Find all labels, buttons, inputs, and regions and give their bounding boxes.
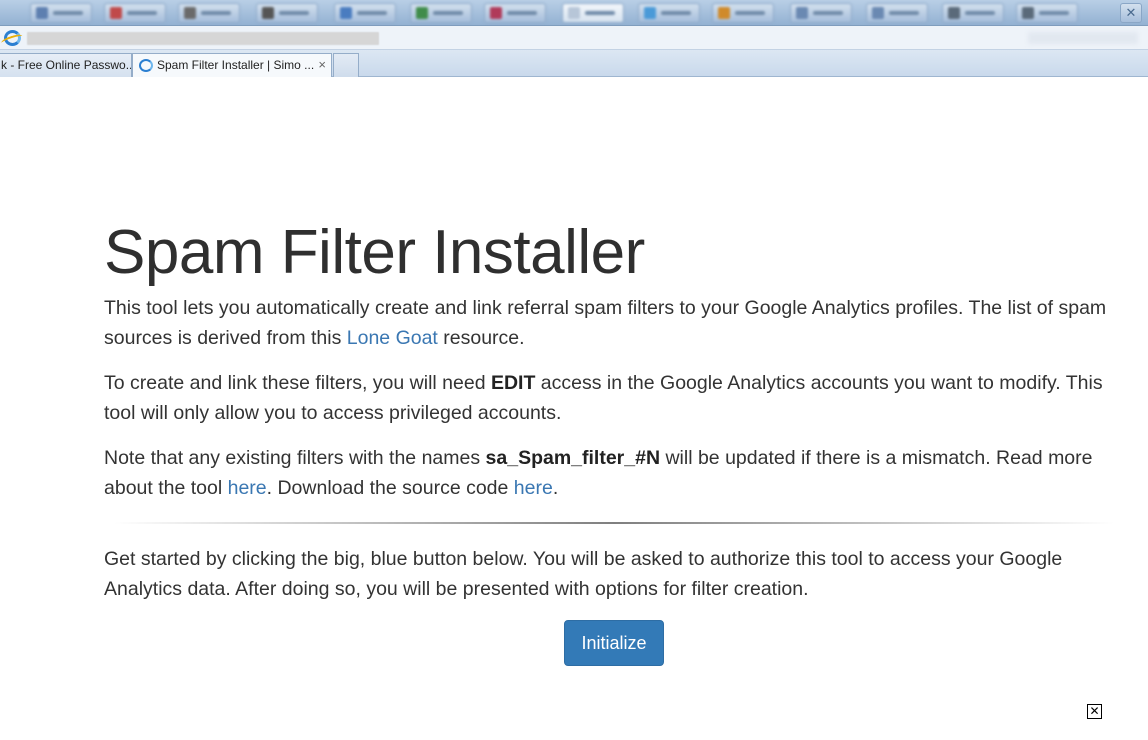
taskbar-item[interactable] bbox=[638, 3, 700, 23]
get-started-paragraph: Get started by clicking the big, blue bu… bbox=[104, 548, 1063, 600]
taskbar-item[interactable] bbox=[30, 3, 92, 23]
tab-spam-filter-installer[interactable]: Spam Filter Installer | Simo ... × bbox=[132, 53, 332, 77]
taskbar-item[interactable] bbox=[256, 3, 318, 23]
about-tool-link[interactable]: here bbox=[228, 477, 267, 499]
divider bbox=[114, 522, 1114, 524]
tab-title: Spam Filter Installer | Simo ... bbox=[157, 58, 315, 72]
taskbar-item[interactable] bbox=[334, 3, 396, 23]
tab-strip: k - Free Online Passwo... Spam Filter In… bbox=[0, 50, 1148, 77]
tab-password-site[interactable]: k - Free Online Passwo... bbox=[0, 53, 132, 77]
taskbar-item[interactable] bbox=[712, 3, 774, 23]
intro-paragraph: This tool lets you automatically create … bbox=[104, 297, 1107, 349]
access-paragraph: To create and link these filters, you wi… bbox=[104, 372, 1103, 424]
tab-title: k - Free Online Passwo... bbox=[1, 58, 132, 72]
taskbar-item[interactable] bbox=[866, 3, 928, 23]
taskbar-item-active[interactable] bbox=[562, 3, 624, 23]
filter-name-emphasis: sa_Spam_filter_#N bbox=[485, 447, 661, 469]
page-title: Spam Filter Installer bbox=[104, 218, 645, 287]
taskbar-item[interactable] bbox=[484, 3, 546, 23]
address-bar bbox=[0, 26, 1148, 50]
taskbar-item[interactable] bbox=[790, 3, 852, 23]
taskbar-item[interactable] bbox=[178, 3, 240, 23]
address-bar-toolbar bbox=[1028, 32, 1138, 44]
close-icon[interactable]: ✕ bbox=[1087, 704, 1102, 719]
tab-close-icon[interactable]: × bbox=[318, 54, 326, 76]
url-field-redacted[interactable] bbox=[27, 32, 379, 45]
ie-logo-icon bbox=[4, 30, 21, 46]
edit-emphasis: EDIT bbox=[490, 372, 536, 394]
taskbar-item[interactable] bbox=[104, 3, 166, 23]
taskbar-close-icon[interactable]: ✕ bbox=[1120, 3, 1142, 23]
taskbar-item[interactable] bbox=[942, 3, 1004, 23]
os-taskbar: ✕ bbox=[0, 0, 1148, 26]
initialize-button[interactable]: Initialize bbox=[564, 620, 664, 666]
taskbar-item[interactable] bbox=[1016, 3, 1078, 23]
source-code-link[interactable]: here bbox=[514, 477, 553, 499]
taskbar-item[interactable] bbox=[410, 3, 472, 23]
ie-page-icon bbox=[139, 59, 153, 72]
note-paragraph: Note that any existing filters with the … bbox=[104, 447, 1093, 499]
lone-goat-link[interactable]: Lone Goat bbox=[347, 327, 438, 349]
new-tab-button[interactable] bbox=[333, 53, 359, 77]
